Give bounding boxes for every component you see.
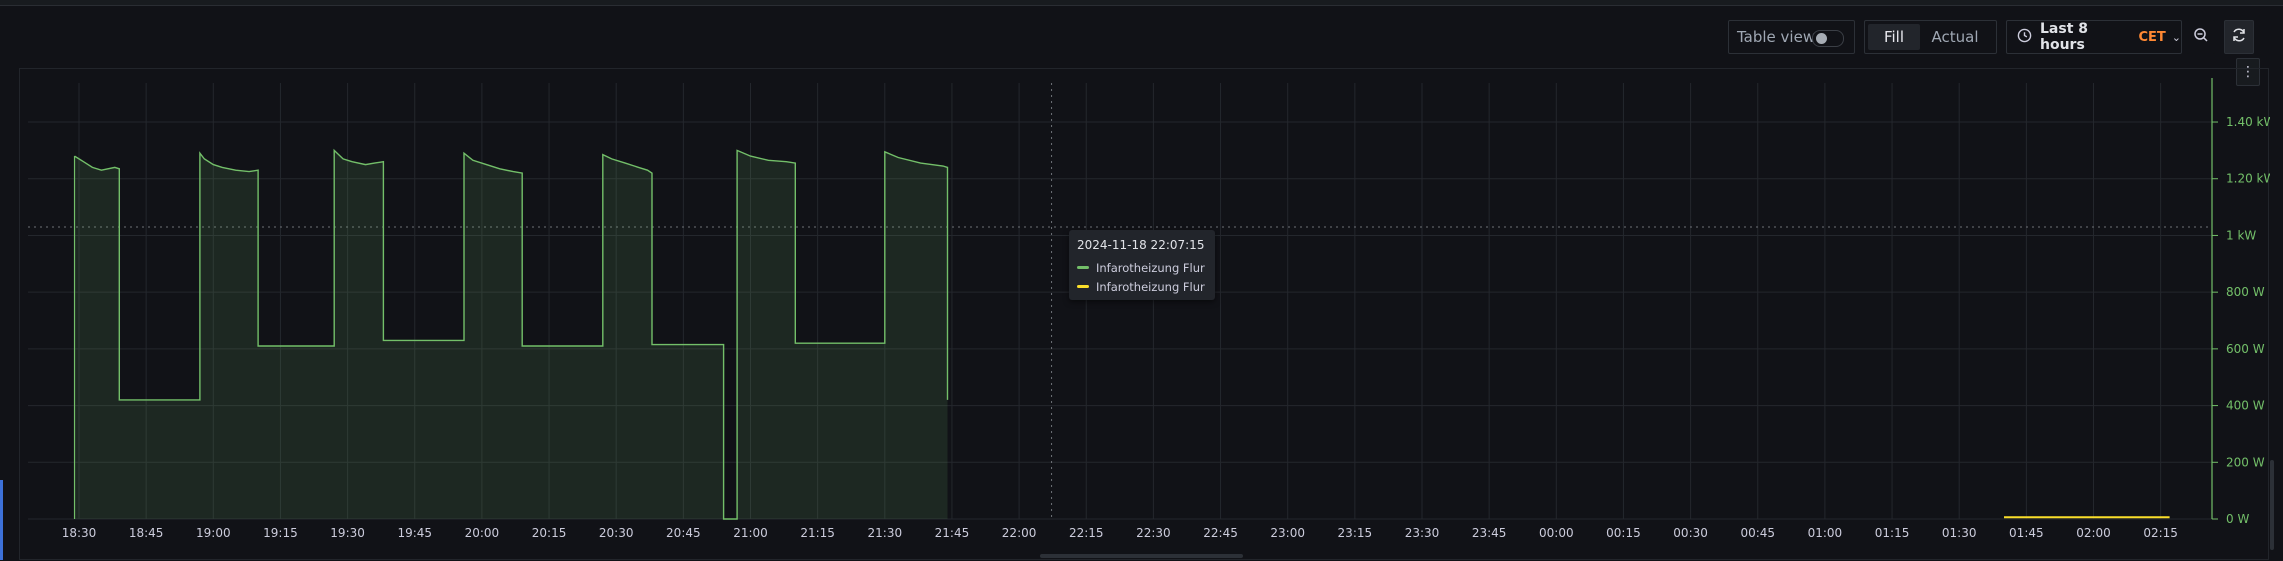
x-tick-label: 00:15 bbox=[1606, 526, 1641, 540]
x-tick-label: 23:00 bbox=[1270, 526, 1305, 540]
graph-panel: 0 W 200 W 400 W 600 W 800 W 1 kW 1.20 kW 1.40 k… bbox=[19, 68, 2270, 561]
x-tick-label: 22:00 bbox=[1002, 526, 1037, 540]
zoom-out-icon bbox=[2193, 27, 2209, 47]
x-tick-label: 01:15 bbox=[1875, 526, 1910, 540]
horizontal-scrollbar[interactable] bbox=[1040, 554, 1243, 558]
x-tick-label: 23:45 bbox=[1472, 526, 1507, 540]
x-tick-label: 02:15 bbox=[2143, 526, 2178, 540]
x-tick-label: 18:45 bbox=[129, 526, 164, 540]
x-tick-label: 21:00 bbox=[733, 526, 768, 540]
top-border bbox=[0, 0, 2283, 6]
refresh-button[interactable] bbox=[2224, 20, 2254, 54]
x-tick-label: 22:45 bbox=[1203, 526, 1238, 540]
y-tick-label: 800 W bbox=[2226, 285, 2265, 299]
x-tick-label: 01:30 bbox=[1942, 526, 1977, 540]
x-tick-label: 22:30 bbox=[1136, 526, 1171, 540]
time-series-chart[interactable]: 0 W 200 W 400 W 600 W 800 W 1 kW 1.20 kW 1.40 k… bbox=[20, 69, 2270, 561]
zoom-out-button[interactable] bbox=[2187, 20, 2215, 54]
x-tick-label: 19:00 bbox=[196, 526, 231, 540]
x-tick-label: 00:45 bbox=[1740, 526, 1775, 540]
series-color-swatch bbox=[1077, 266, 1089, 269]
y-tick-label: 0 W bbox=[2226, 512, 2249, 526]
hover-tooltip: 2024-11-18 22:07:15 Infarotheizung Flur … bbox=[1069, 230, 1215, 300]
table-view-switch[interactable] bbox=[1812, 30, 1844, 47]
y-tick-label: 400 W bbox=[2226, 399, 2265, 413]
x-tick-label: 21:15 bbox=[800, 526, 835, 540]
x-tick-label: 00:30 bbox=[1673, 526, 1708, 540]
y-tick-label: 1 kW bbox=[2226, 228, 2256, 242]
y-tick-label: 200 W bbox=[2226, 455, 2265, 469]
x-tick-label: 02:00 bbox=[2076, 526, 2111, 540]
x-tick-label: 19:15 bbox=[263, 526, 298, 540]
x-tick-label: 19:45 bbox=[397, 526, 432, 540]
x-tick-label: 20:15 bbox=[532, 526, 567, 540]
time-range-label: Last 8 hours bbox=[2040, 21, 2089, 53]
x-tick-label: 20:45 bbox=[666, 526, 701, 540]
x-tick-label: 18:30 bbox=[62, 526, 97, 540]
fill-option[interactable]: Fill bbox=[1868, 24, 1920, 50]
fill-actual-selector: Fill Actual bbox=[1864, 20, 1997, 54]
tooltip-entry-label: Infarotheizung Flur bbox=[1096, 260, 1205, 275]
x-tick-label: 23:15 bbox=[1338, 526, 1373, 540]
vertical-scrollbar[interactable] bbox=[2270, 460, 2274, 550]
table-view-label: Table view bbox=[1737, 28, 1816, 46]
series-color-swatch bbox=[1077, 285, 1089, 288]
x-tick-label: 19:30 bbox=[330, 526, 365, 540]
y-tick-label: 1.20 kW bbox=[2226, 172, 2270, 186]
time-range-picker[interactable]: Last 8 hours CET ⌄ bbox=[2006, 20, 2182, 54]
y-tick-label: 600 W bbox=[2226, 342, 2265, 356]
left-edge-accent bbox=[0, 480, 3, 560]
x-tick-label: 22:15 bbox=[1069, 526, 1104, 540]
tooltip-time: 2024-11-18 22:07:15 bbox=[1077, 238, 1205, 252]
refresh-icon bbox=[2231, 27, 2247, 47]
tooltip-entry: Infarotheizung Flur bbox=[1077, 258, 1207, 277]
x-tick-label: 21:30 bbox=[868, 526, 903, 540]
x-tick-label: 01:00 bbox=[1808, 526, 1843, 540]
switch-knob bbox=[1816, 33, 1827, 44]
x-tick-label: 00:00 bbox=[1539, 526, 1574, 540]
clock-icon bbox=[2017, 28, 2032, 47]
timezone-badge: CET bbox=[2138, 29, 2166, 45]
x-tick-label: 01:45 bbox=[2009, 526, 2044, 540]
actual-option[interactable]: Actual bbox=[1920, 24, 1990, 50]
x-tick-label: 20:00 bbox=[465, 526, 500, 540]
chevron-down-icon: ⌄ bbox=[2171, 30, 2181, 44]
x-tick-label: 21:45 bbox=[935, 526, 970, 540]
x-tick-label: 20:30 bbox=[599, 526, 634, 540]
table-view-toggle[interactable]: Table view bbox=[1728, 20, 1855, 54]
x-tick-label: 23:30 bbox=[1405, 526, 1440, 540]
series-area-0 bbox=[74, 150, 948, 519]
tooltip-entry-label: Infarotheizung Flur bbox=[1096, 279, 1205, 294]
y-tick-label: 1.40 kW bbox=[2226, 115, 2270, 129]
tooltip-entry: Infarotheizung Flur bbox=[1077, 277, 1207, 296]
